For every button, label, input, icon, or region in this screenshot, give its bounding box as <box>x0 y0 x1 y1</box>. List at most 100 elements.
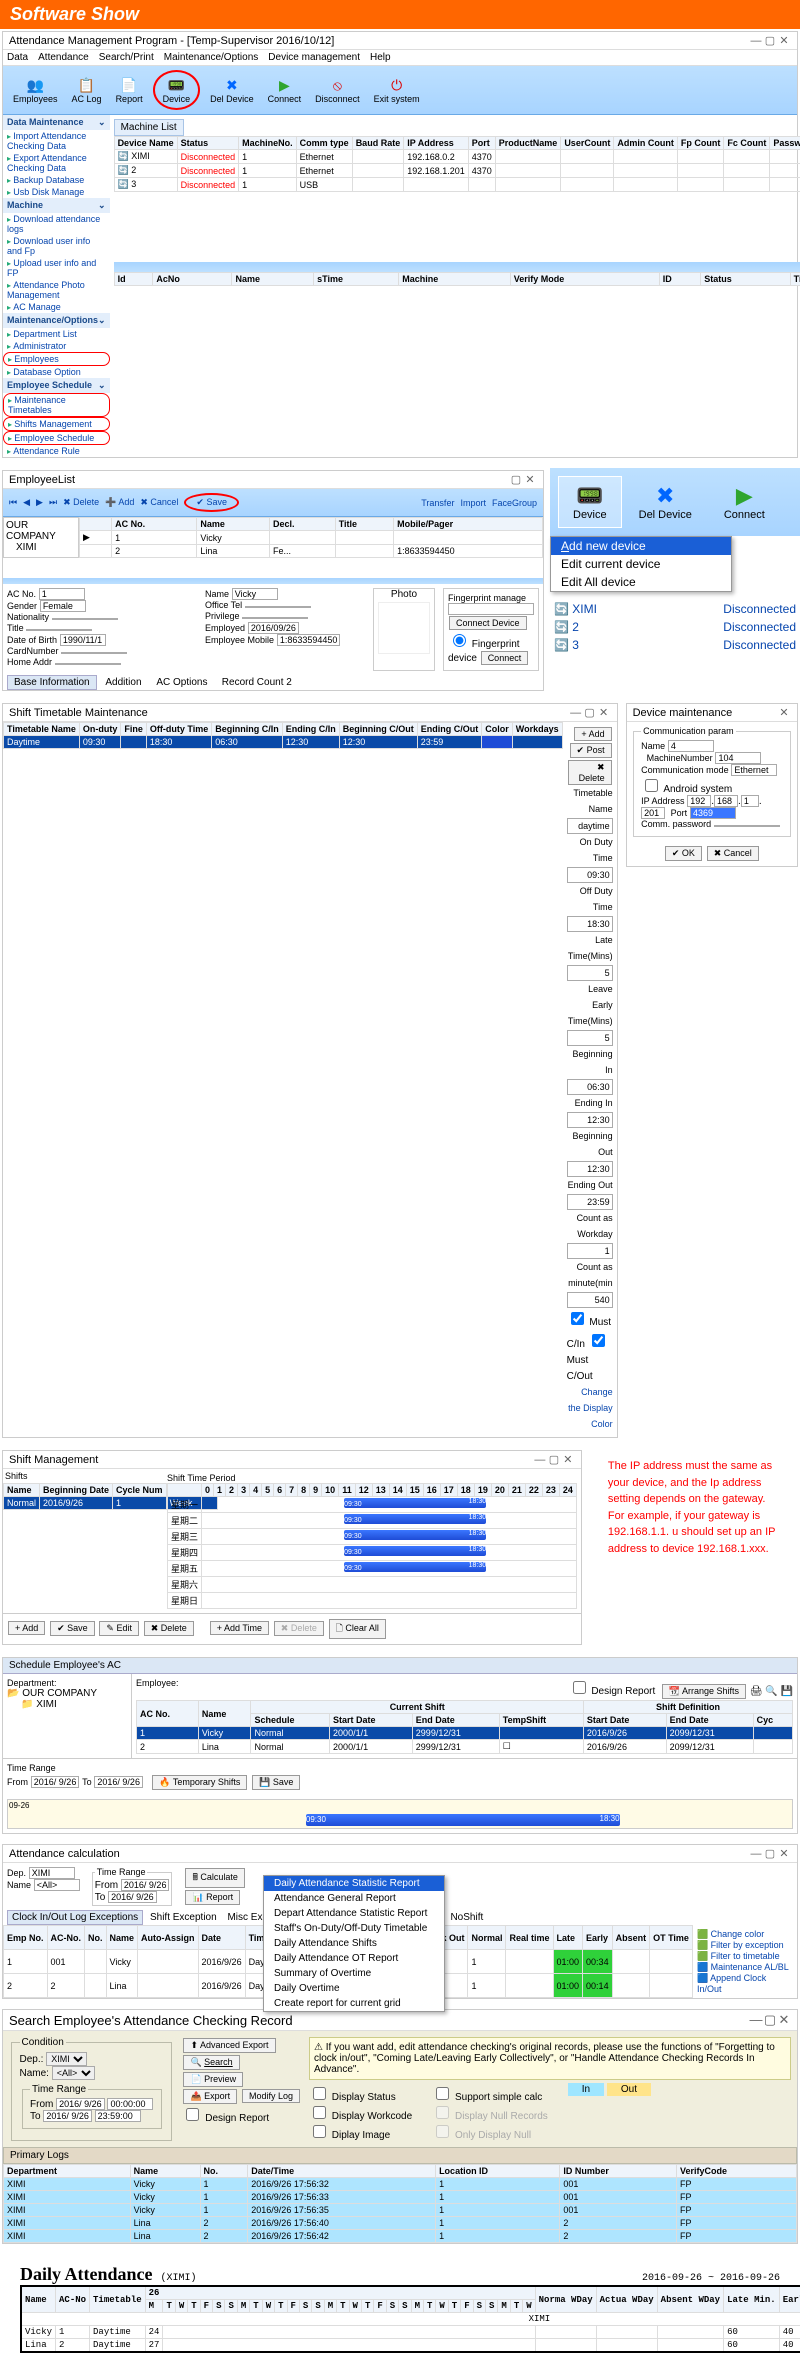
nav-save[interactable]: ✔ Save <box>184 493 239 512</box>
device-menu[interactable]: Add new device Edit current device Edit … <box>550 536 732 592</box>
table-row[interactable]: XIMILina22016/9/26 17:56:4012FP <box>4 2217 797 2230</box>
sm-save[interactable]: ✔ Save <box>50 1621 95 1636</box>
search-btn[interactable]: 🔍 Search <box>183 2055 239 2070</box>
tt-post[interactable]: ✔ Post <box>570 743 612 758</box>
side-employees[interactable]: Employees <box>3 352 110 366</box>
report-item[interactable]: Daily Attendance Shifts <box>264 1936 444 1951</box>
report-item[interactable]: Summary of Overtime <box>264 1966 444 1981</box>
nav-add[interactable]: ➕ Add <box>105 497 134 508</box>
side-data-maint-header[interactable]: Data Maintenance⌄ <box>3 115 110 130</box>
menu-edit-current[interactable]: Edit current device <box>551 555 731 573</box>
table-row[interactable]: XIMIVicky12016/9/26 17:56:351001FP <box>4 2204 797 2217</box>
report-item[interactable]: Daily Overtime <box>264 1981 444 1996</box>
calc-tab[interactable]: NoShift <box>446 1911 487 1924</box>
side-ul-user[interactable]: Upload user info and FP <box>3 257 110 279</box>
to-date[interactable]: 2016/ 9/26 <box>94 1776 143 1788</box>
modify-log-btn[interactable]: Modify Log <box>242 2089 300 2103</box>
del-device-button[interactable]: ✖Del Device <box>206 74 258 106</box>
connect-device-btn[interactable]: Connect Device <box>449 616 527 630</box>
search-grid[interactable]: DepartmentNameNo.Date/TimeLocation IDID … <box>3 2164 797 2243</box>
side-emp-sched[interactable]: Employee Schedule <box>3 431 110 445</box>
menu-bar[interactable]: DataAttendanceSearch/PrintMaintenance/Op… <box>3 50 797 66</box>
menu-edit-all[interactable]: Edit All device <box>551 573 731 591</box>
dm-port[interactable]: 4369 <box>690 807 736 819</box>
calc-link[interactable]: 🟩 Filter by exception <box>697 1940 793 1951</box>
sm-delete[interactable]: ✖ Delete <box>144 1621 194 1636</box>
tab-base[interactable]: Base Information <box>7 675 97 690</box>
zoom-del[interactable]: ✖Del Device <box>624 476 707 528</box>
sm-add[interactable]: + Add <box>8 1621 45 1635</box>
dm-name[interactable]: 4 <box>668 740 714 752</box>
report-item[interactable]: Daily Attendance OT Report <box>264 1951 444 1966</box>
preview-btn[interactable]: 📄 Preview <box>183 2072 243 2087</box>
table-row[interactable]: 2LinaFe...1:8633594450 <box>80 545 543 558</box>
employed-input[interactable]: 2016/09/26 <box>248 622 299 634</box>
search-name[interactable]: <All> <box>52 2066 95 2080</box>
tt-delete[interactable]: ✖ Delete <box>568 760 612 785</box>
nat-input[interactable] <box>52 618 118 620</box>
side-timetables[interactable]: Maintenance Timetables <box>3 393 110 417</box>
save-btn[interactable]: 💾 Save <box>252 1775 300 1790</box>
side-export[interactable]: Export Attendance Checking Data <box>3 152 110 174</box>
search-dep[interactable]: XIMI <box>46 2052 87 2066</box>
dm-ok[interactable]: ✔ OK <box>665 846 702 861</box>
table-row[interactable]: XIMIVicky12016/9/26 17:56:331001FP <box>4 2191 797 2204</box>
disconnect-button[interactable]: ⦸Disconnect <box>311 74 364 106</box>
calc-tab[interactable]: Shift Exception <box>146 1911 221 1924</box>
calc-name[interactable]: <All> <box>34 1879 80 1891</box>
side-maint-header[interactable]: Maintenance/Options⌄ <box>3 313 110 328</box>
side-dept[interactable]: Department List <box>3 328 110 340</box>
side-backup[interactable]: Backup Database <box>3 174 110 186</box>
sm-addtime[interactable]: + Add Time <box>210 1621 269 1635</box>
change-color-link[interactable]: Change the Display Color <box>568 1387 613 1429</box>
side-dl-user[interactable]: Download user info and Fp <box>3 235 110 257</box>
calc-link[interactable]: 🟦 Append Clock In/Out <box>697 1973 793 1994</box>
table-row[interactable]: 🔄 2Disconnected1Ethernet192.168.1.201437… <box>114 164 800 178</box>
side-photo[interactable]: Attendance Photo Management <box>3 279 110 301</box>
shift-period-grid[interactable]: 0123456789101112131415161718192021222324… <box>167 1483 577 1609</box>
report-item[interactable]: Depart Attendance Statistic Report <box>264 1906 444 1921</box>
mobile-input[interactable]: 1:8633594450 <box>277 634 341 646</box>
nav-cancel[interactable]: ✖ Cancel <box>140 497 178 508</box>
connect-button[interactable]: ▶Connect <box>264 74 306 106</box>
calculate-btn[interactable]: 🖩 Calculate <box>185 1868 244 1888</box>
sm-clear[interactable]: 🗋 Clear All <box>329 1619 386 1639</box>
sched-grid[interactable]: AC No.NameCurrent ShiftShift Definition … <box>136 1700 793 1754</box>
nav-facegroup[interactable]: FaceGroup <box>492 498 537 508</box>
report-item[interactable]: Daily Attendance Statistic Report <box>264 1876 444 1891</box>
report-menu[interactable]: Daily Attendance Statistic Report Attend… <box>263 1875 445 2012</box>
table-row[interactable]: XIMIVicky12016/9/26 17:56:321001FP <box>4 2178 797 2191</box>
gender-select[interactable]: Female <box>40 600 86 612</box>
zoom-row[interactable]: 🔄 XIMIDisconnected <box>554 600 796 618</box>
menu-add-device[interactable]: Add new device <box>551 537 731 555</box>
acno-input[interactable]: 1 <box>39 588 85 600</box>
card-input[interactable] <box>61 652 127 654</box>
dm-cancel[interactable]: ✖ Cancel <box>707 846 759 861</box>
sm-edit[interactable]: ✎ Edit <box>99 1621 139 1636</box>
side-sched-header[interactable]: Employee Schedule⌄ <box>3 378 110 393</box>
dept-tree-item[interactable]: 📁 XIMI <box>7 1699 127 1710</box>
from-date[interactable]: 2016/ 9/26 <box>31 1776 80 1788</box>
table-row[interactable]: ▶1Vicky <box>80 531 543 545</box>
report-item[interactable]: Staff's On-Duty/Off-Duty Timetable <box>264 1921 444 1936</box>
timetable-grid[interactable]: Timetable NameOn-dutyFineOff-duty TimeBe… <box>3 722 563 749</box>
title-input[interactable] <box>26 629 92 631</box>
bottom-grid[interactable]: IdAcNoNamesTimeMachineVerify ModeIDStatu… <box>114 272 800 286</box>
zoom-row[interactable]: 🔄 3Disconnected <box>554 636 796 654</box>
side-acmanage[interactable]: AC Manage <box>3 301 110 313</box>
side-db[interactable]: Database Option <box>3 366 110 378</box>
addr-input[interactable] <box>55 663 121 665</box>
dept-tree-root[interactable]: 📂 OUR COMPANY <box>7 1688 127 1699</box>
emp-grid[interactable]: AC No.NameDecl.TitleMobile/Pager ▶1Vicky… <box>79 517 543 558</box>
machine-grid[interactable]: Device NameStatusMachineNo.Comm typeBaud… <box>114 136 800 192</box>
nav-delete[interactable]: ✖ Delete <box>63 497 99 508</box>
report-item[interactable]: Create report for current grid <box>264 1996 444 2011</box>
calc-link[interactable]: 🟦 Maintenance AL/BL <box>697 1962 793 1973</box>
adv-export-btn[interactable]: ⬆ Advanced Export <box>183 2038 275 2053</box>
calc-tab[interactable]: Clock In/Out Log Exceptions <box>7 1910 143 1925</box>
report-item[interactable]: Attendance General Report <box>264 1891 444 1906</box>
side-shifts[interactable]: Shifts Management <box>3 417 110 431</box>
aclog-button[interactable]: 📋AC Log <box>68 74 106 106</box>
device-button[interactable]: 📟Device <box>153 70 201 110</box>
nav-transfer[interactable]: Transfer <box>421 498 454 508</box>
